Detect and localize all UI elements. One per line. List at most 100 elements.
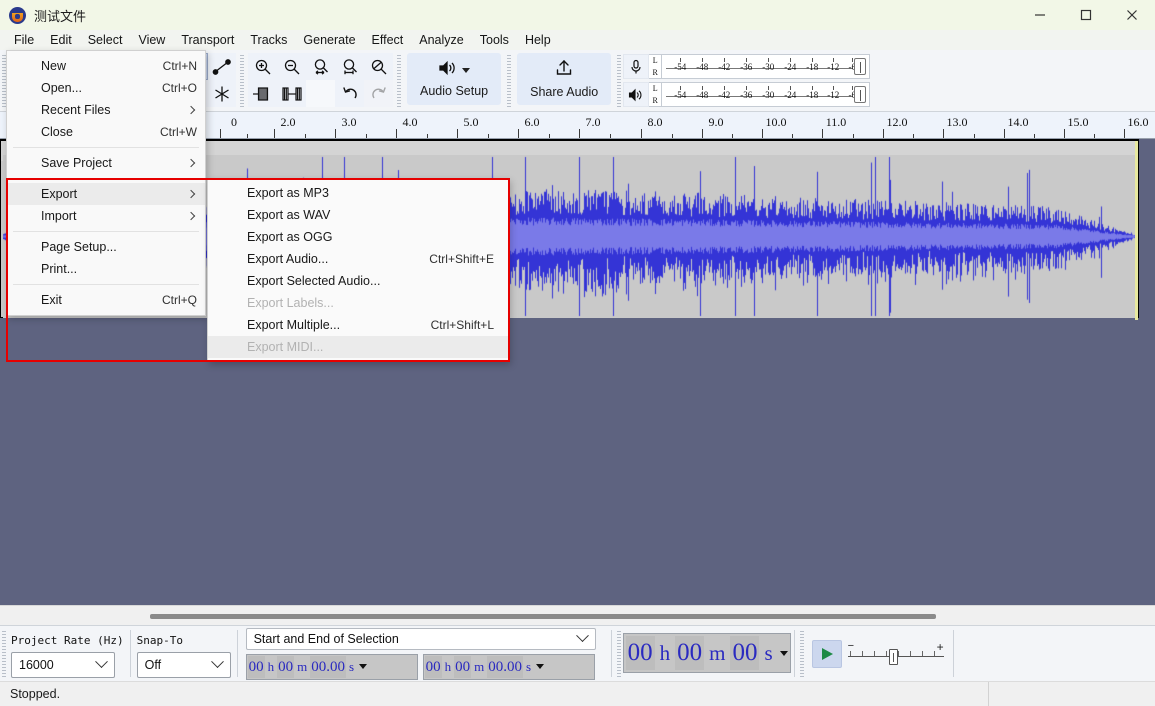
audio-setup-toolbar-grip[interactable] (395, 50, 403, 111)
menu-item-label: New (41, 59, 67, 73)
selection-mode-value: Start and End of Selection (253, 631, 399, 646)
play-speed-toolbar-grip[interactable] (797, 626, 806, 681)
audio-position-display[interactable]: 00 h 00 m 00 s (622, 633, 791, 673)
share-audio-button[interactable]: Share Audio (517, 53, 612, 105)
play-speed-thumb[interactable] (888, 648, 898, 665)
time-toolbar-grip[interactable] (614, 626, 623, 681)
horizontal-scrollbar-thumb[interactable] (150, 614, 936, 619)
snap-to-value: Off (144, 657, 162, 672)
chevron-down-icon[interactable] (359, 664, 368, 669)
menu-file[interactable]: File (6, 30, 42, 50)
maximize-icon[interactable] (1063, 0, 1109, 30)
menu-transport[interactable]: Transport (173, 30, 242, 50)
menu-view[interactable]: View (130, 30, 173, 50)
speaker-icon[interactable] (623, 82, 650, 107)
play-meter-slider[interactable] (854, 86, 867, 103)
share-audio-label: Share Audio (530, 85, 599, 99)
menu-tracks[interactable]: Tracks (242, 30, 295, 50)
zoom-out-button[interactable] (277, 53, 306, 80)
chevron-right-icon (186, 211, 196, 221)
ruler-label: 4.0 (402, 115, 418, 129)
submenu-item-label: Export Labels... (247, 296, 334, 310)
chevron-down-icon[interactable] (536, 664, 545, 669)
track-right-border (1135, 141, 1138, 320)
menu-item-exit[interactable]: Exit Ctrl+Q (7, 289, 205, 311)
play-meter-scale[interactable]: -54 -48 -42 -36 -30 -24 -18 -12 -6 (662, 82, 871, 107)
audio-setup-button[interactable]: Audio Setup (407, 53, 502, 105)
snap-to-group: Snap-To Off (134, 626, 234, 681)
chevron-down-icon[interactable] (779, 650, 788, 656)
play-meter[interactable]: L R -54 -48 -42 -36 -30 -24 -18 -12 -6 (623, 82, 871, 107)
close-icon[interactable] (1109, 0, 1155, 30)
menu-analyze[interactable]: Analyze (411, 30, 471, 50)
menu-item-label: Print... (41, 262, 78, 276)
undo-button[interactable] (335, 80, 364, 107)
ruler-label: 16.0 (1127, 115, 1149, 129)
zoom-in-button[interactable] (248, 53, 277, 80)
status-text: Stopped. (10, 687, 61, 701)
microphone-icon[interactable] (623, 54, 650, 79)
menu-item-recent-files[interactable]: Recent Files (7, 99, 205, 121)
status-extra (989, 682, 1155, 706)
menu-item-close[interactable]: Close Ctrl+W (7, 121, 205, 143)
start-minutes: 00 (277, 655, 295, 678)
record-meter[interactable]: L R -54 -48 -42 -36 -30 -24 -18 -12 -6 (623, 54, 871, 79)
submenu-item-export-as-wav[interactable]: Export as WAV (208, 204, 508, 226)
selection-start-time[interactable]: 00 h 00 m 00.00 s (245, 653, 418, 680)
menu-effect[interactable]: Effect (364, 30, 412, 50)
play-at-speed-button[interactable] (811, 639, 842, 668)
audacity-window: 测试文件 File Edit Select View Transport Tra… (0, 0, 1155, 706)
blank-slot (306, 80, 335, 107)
start-seconds-unit: s (348, 658, 355, 674)
multi-tool[interactable] (208, 80, 236, 107)
export-submenu[interactable]: Export as MP3 Export as WAV Export as OG… (207, 178, 509, 362)
menu-generate[interactable]: Generate (295, 30, 363, 50)
submenu-item-export-as-ogg[interactable]: Export as OGG (208, 226, 508, 248)
edit-toolbar-grip[interactable] (238, 50, 246, 111)
menu-tools[interactable]: Tools (472, 30, 517, 50)
selection-toolbar-grip[interactable] (0, 626, 8, 681)
zoom-toggle-button[interactable] (364, 53, 393, 80)
menu-item-open[interactable]: Open... Ctrl+O (7, 77, 205, 99)
status-bar: Stopped. (0, 681, 1155, 706)
menu-item-save-project[interactable]: Save Project (7, 152, 205, 174)
speaker-icon (438, 60, 458, 81)
submenu-item-export-selected-audio[interactable]: Export Selected Audio... (208, 270, 508, 292)
share-audio-toolbar-grip[interactable] (505, 50, 514, 111)
menu-item-page-setup[interactable]: Page Setup... (7, 236, 205, 258)
silence-audio-button[interactable] (277, 80, 306, 107)
divider (610, 630, 612, 677)
file-menu-dropdown[interactable]: New Ctrl+N Open... Ctrl+O Recent Files C… (6, 50, 206, 316)
menu-item-accel: Ctrl+W (160, 125, 197, 139)
selection-mode-select[interactable]: Start and End of Selection (245, 627, 596, 650)
snap-to-select[interactable]: Off (136, 651, 231, 678)
menu-item-print[interactable]: Print... (7, 258, 205, 280)
chevron-right-icon (186, 189, 196, 199)
horizontal-scrollbar[interactable] (0, 605, 1155, 625)
menu-item-export[interactable]: Export (7, 183, 205, 205)
selection-end-time[interactable]: 00 h 00 m 00.00 s (422, 653, 595, 680)
menu-select[interactable]: Select (80, 30, 131, 50)
submenu-item-label: Export Selected Audio... (247, 274, 381, 288)
submenu-item-export-multiple[interactable]: Export Multiple... Ctrl+Shift+L (208, 314, 508, 336)
menu-edit[interactable]: Edit (42, 30, 80, 50)
menu-item-new[interactable]: New Ctrl+N (7, 55, 205, 77)
redo-button[interactable] (364, 80, 393, 107)
submenu-item-export-audio[interactable]: Export Audio... Ctrl+Shift+E (208, 248, 508, 270)
envelope-tool[interactable] (208, 53, 236, 80)
record-meter-slider[interactable] (854, 58, 867, 75)
menu-item-import[interactable]: Import (7, 205, 205, 227)
menu-help[interactable]: Help (517, 30, 559, 50)
minimize-icon[interactable] (1017, 0, 1063, 30)
record-meter-scale[interactable]: -54 -48 -42 -36 -30 -24 -18 -12 -6 (662, 54, 871, 79)
project-rate-select[interactable]: 16000 (11, 651, 115, 678)
trim-audio-button[interactable] (248, 80, 277, 107)
speed-minus-label: − (847, 639, 855, 652)
submenu-item-export-as-mp3[interactable]: Export as MP3 (208, 182, 508, 204)
play-speed-slider[interactable]: − + (847, 639, 944, 668)
fit-project-button[interactable] (335, 53, 364, 80)
ruler-label: 2.0 (280, 115, 296, 129)
play-speed-icon (821, 647, 833, 660)
meter-toolbar-grip[interactable] (615, 50, 624, 111)
fit-selection-button[interactable] (306, 53, 335, 80)
